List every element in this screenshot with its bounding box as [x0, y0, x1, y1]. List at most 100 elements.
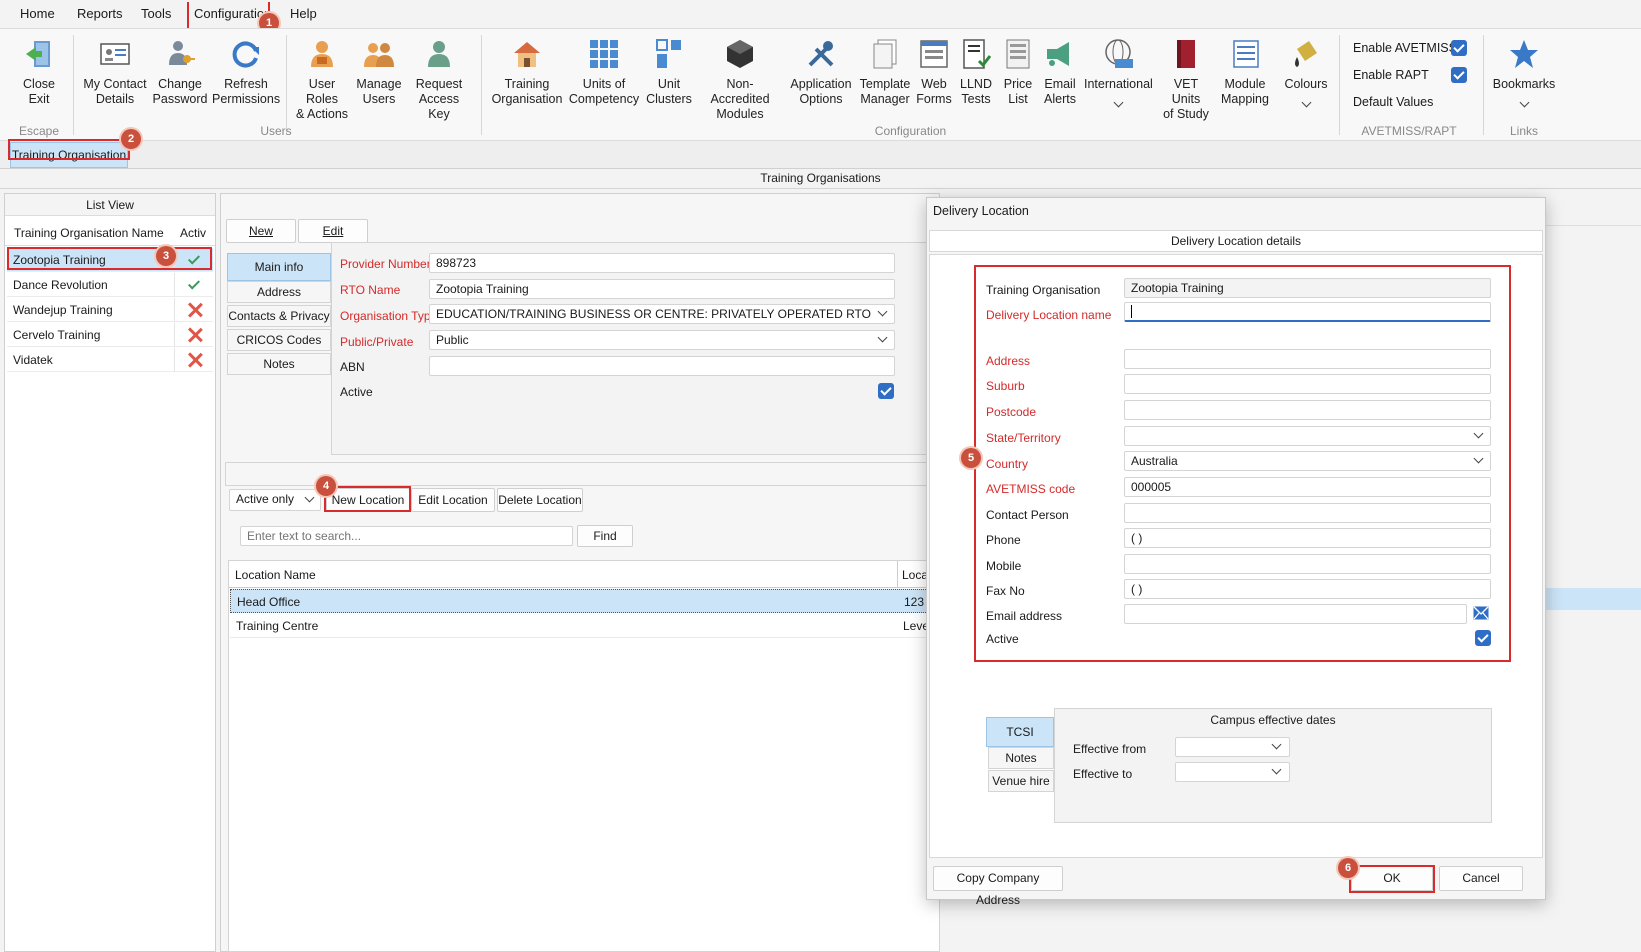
list-item-name: Vidatek: [13, 353, 53, 367]
tab-address[interactable]: Address: [227, 281, 331, 303]
list-item[interactable]: Vidatek: [7, 348, 213, 372]
rto-name-field[interactable]: Zootopia Training: [429, 279, 895, 299]
template-manager-button[interactable]: Template Manager: [857, 37, 913, 107]
bookmarks-button[interactable]: Bookmarks: [1492, 37, 1556, 108]
location-name-input[interactable]: [1124, 302, 1491, 322]
menu-reports[interactable]: Reports: [77, 6, 123, 21]
edit-button[interactable]: Edit: [298, 219, 368, 243]
application-options-button[interactable]: Application Options: [788, 37, 854, 107]
module-mapping-button[interactable]: Module Mapping: [1217, 37, 1273, 107]
copy-company-address-button[interactable]: Copy Company Address: [933, 866, 1063, 907]
avetmiss-code-input[interactable]: 000005: [1124, 477, 1491, 497]
table-row[interactable]: Training Centre Level: [230, 614, 938, 638]
grid-units-icon: [590, 40, 618, 68]
group-label-links: Links: [1509, 124, 1538, 138]
tab-main-info[interactable]: Main info: [227, 253, 331, 281]
address-input[interactable]: [1124, 349, 1491, 369]
refresh-permissions-button[interactable]: Refresh Permissions: [212, 37, 280, 107]
table-row[interactable]: Head Office 123 A: [230, 589, 938, 613]
active-label: Active: [340, 385, 373, 399]
email-label: Email address: [986, 609, 1063, 623]
star-icon: [1510, 40, 1538, 68]
training-organisation-button[interactable]: Training Organisation: [489, 37, 565, 107]
active-checkbox[interactable]: [878, 383, 894, 399]
new-button[interactable]: New: [226, 219, 296, 243]
manage-users-icon: [364, 43, 394, 67]
active-filter-select[interactable]: Active only: [229, 489, 321, 511]
column-divider: [174, 298, 175, 322]
unit-clusters-icon: [656, 39, 681, 68]
tab-venue-hire[interactable]: Venue hire: [988, 770, 1054, 792]
menu-help[interactable]: Help: [290, 6, 317, 21]
col-header-name[interactable]: Training Organisation Name: [14, 226, 164, 240]
exit-door-icon: [26, 41, 50, 67]
list-item[interactable]: Wandejup Training: [7, 298, 213, 322]
change-password-button[interactable]: Change Password: [151, 37, 209, 107]
menu-tools[interactable]: Tools: [141, 6, 171, 21]
close-exit-button[interactable]: Close Exit: [14, 37, 64, 107]
paint-bucket-icon: [1295, 41, 1317, 67]
country-select[interactable]: Australia: [1124, 451, 1491, 471]
tab-cricos-codes[interactable]: CRICOS Codes: [227, 329, 331, 351]
location-name-label: Delivery Location name: [986, 308, 1112, 322]
llnd-tests-button[interactable]: LLND Tests: [956, 37, 996, 107]
tab-tcsi[interactable]: TCSI: [986, 717, 1054, 747]
request-access-key-button[interactable]: Request Access Key: [408, 37, 470, 122]
step-badge-5: 5: [961, 448, 981, 468]
default-values-button[interactable]: Default Values: [1353, 95, 1433, 109]
manage-users-button[interactable]: Manage Users: [354, 37, 404, 107]
colours-button[interactable]: Colours: [1280, 37, 1332, 108]
provider-number-label: Provider Number: [340, 257, 431, 271]
contact-person-input[interactable]: [1124, 503, 1491, 523]
non-accredited-modules-button[interactable]: Non-Accredited Modules: [697, 37, 783, 122]
provider-number-field[interactable]: 898723: [429, 253, 895, 273]
megaphone-icon: [1047, 42, 1069, 66]
chevron-down-icon: [1473, 453, 1484, 464]
user-roles-button[interactable]: User Roles & Actions: [292, 37, 352, 122]
price-list-button[interactable]: Price List: [998, 37, 1038, 107]
dialog-active-checkbox[interactable]: [1475, 630, 1491, 646]
col-header-location-name[interactable]: Location Name: [235, 568, 316, 582]
abn-label: ABN: [340, 360, 365, 374]
tab-contacts-privacy[interactable]: Contacts & Privacy: [227, 305, 331, 327]
email-alerts-button[interactable]: Email Alerts: [1040, 37, 1080, 107]
campus-dates-title: Campus effective dates: [1210, 713, 1336, 727]
phone-input[interactable]: ( ): [1124, 528, 1491, 548]
enable-avetmiss-checkbox[interactable]: [1451, 40, 1467, 56]
effective-from-select[interactable]: [1175, 737, 1290, 757]
public-private-select[interactable]: Public: [429, 330, 895, 350]
delete-location-button[interactable]: Delete Location: [497, 488, 583, 512]
my-contact-details-button[interactable]: My Contact Details: [82, 37, 148, 107]
email-envelope-icon[interactable]: [1473, 606, 1489, 620]
suburb-input[interactable]: [1124, 374, 1491, 394]
col-header-active[interactable]: Activ: [180, 226, 206, 240]
book-icon: [1177, 40, 1195, 68]
cancel-button[interactable]: Cancel: [1439, 866, 1523, 891]
user-roles-icon: [311, 41, 333, 67]
postcode-input[interactable]: [1124, 400, 1491, 420]
abn-field[interactable]: [429, 356, 895, 376]
email-input[interactable]: [1124, 604, 1467, 624]
web-forms-button[interactable]: Web Forms: [914, 37, 954, 107]
mobile-input[interactable]: [1124, 554, 1491, 574]
annotation-box-row: [7, 247, 212, 270]
units-of-competency-button[interactable]: Units of Competency: [568, 37, 640, 107]
tab-notes[interactable]: Notes: [227, 353, 331, 375]
unit-clusters-button[interactable]: Unit Clusters: [644, 37, 694, 107]
effective-to-select[interactable]: [1175, 762, 1290, 782]
tab-dialog-notes[interactable]: Notes: [988, 747, 1054, 769]
contact-person-label: Contact Person: [986, 508, 1069, 522]
menu-home[interactable]: Home: [20, 6, 55, 21]
list-item[interactable]: Cervelo Training: [7, 323, 213, 347]
edit-location-button[interactable]: Edit Location: [411, 488, 495, 512]
enable-rapt-checkbox[interactable]: [1451, 67, 1467, 83]
chevron-down-icon: [304, 492, 315, 503]
location-search-input[interactable]: [240, 526, 573, 546]
vet-units-of-study-button[interactable]: VET Units of Study: [1158, 37, 1214, 122]
find-button[interactable]: Find: [577, 525, 633, 547]
state-select[interactable]: [1124, 426, 1491, 446]
list-item[interactable]: Dance Revolution: [7, 273, 213, 297]
international-button[interactable]: International: [1084, 37, 1153, 108]
fax-input[interactable]: ( ): [1124, 579, 1491, 599]
organisation-type-select[interactable]: EDUCATION/TRAINING BUSINESS OR CENTRE: P…: [429, 304, 895, 324]
